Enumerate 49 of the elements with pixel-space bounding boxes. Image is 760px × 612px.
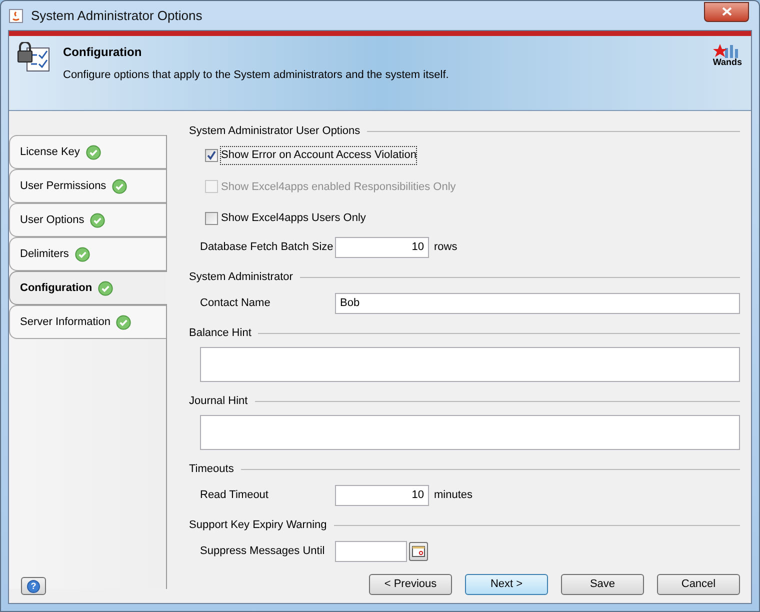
app-icon xyxy=(9,8,23,22)
text-field[interactable]: Bob xyxy=(335,292,740,314)
number-field[interactable]: 10 xyxy=(335,484,429,506)
lock-checklist-icon xyxy=(17,42,51,72)
close-button[interactable] xyxy=(704,2,749,22)
section-heading: Support Key Expiry Warning xyxy=(189,518,327,534)
section-heading: System Administrator User Options xyxy=(189,124,360,139)
dialog-button[interactable]: Cancel xyxy=(657,574,740,595)
tab[interactable]: Delimiters xyxy=(9,237,166,271)
dialog-button[interactable]: Next > xyxy=(465,574,548,595)
checkbox[interactable] xyxy=(205,148,218,162)
checkbox-label[interactable]: Show Error on Account Access Violation xyxy=(221,147,416,164)
help-button[interactable]: ? xyxy=(21,577,46,595)
checkbox-label[interactable]: Show Excel4apps Users Only xyxy=(221,210,366,226)
field-label: Contact Name xyxy=(200,296,272,311)
unit-label: rows xyxy=(434,240,458,255)
text-area[interactable] xyxy=(200,414,740,450)
close-icon xyxy=(722,7,732,16)
section-heading: Journal Hint xyxy=(189,394,248,410)
field-label: Database Fetch Batch Size xyxy=(200,240,334,255)
section-heading: Timeouts xyxy=(189,462,234,478)
number-field[interactable]: 10 xyxy=(335,236,429,258)
window-title: System Administrator Options xyxy=(31,6,202,25)
field-label: Read Timeout xyxy=(200,488,270,503)
check-circle-icon xyxy=(98,280,114,296)
calendar-button[interactable] xyxy=(409,542,428,560)
field-label: Suppress Messages Until xyxy=(200,544,326,559)
tab[interactable]: Server Information xyxy=(9,305,166,339)
check-circle-icon xyxy=(116,314,132,330)
tab[interactable]: User Permissions xyxy=(9,169,166,203)
dialog-button[interactable]: < Previous xyxy=(369,574,452,595)
wands-logo: Wands xyxy=(712,44,742,110)
calendar-icon xyxy=(412,546,425,556)
tab[interactable]: Configuration xyxy=(9,271,167,305)
tab[interactable]: User Options xyxy=(9,203,166,237)
date-field[interactable] xyxy=(335,540,407,562)
text-area[interactable] xyxy=(200,346,740,382)
check-circle-icon xyxy=(90,212,106,228)
section-heading: Balance Hint xyxy=(189,326,252,342)
header-description: Configure options that apply to the System administrators and the system itself. xyxy=(63,68,450,83)
tab[interactable]: License Key xyxy=(9,135,166,169)
unit-label: minutes xyxy=(434,488,473,503)
header-title: Configuration xyxy=(63,44,143,61)
check-circle-icon xyxy=(86,144,101,160)
checkbox[interactable] xyxy=(205,212,218,225)
dialog-button[interactable]: Save xyxy=(561,574,644,595)
section-heading: System Administrator xyxy=(189,270,293,286)
check-circle-icon xyxy=(74,246,90,262)
check-circle-icon xyxy=(112,178,128,194)
